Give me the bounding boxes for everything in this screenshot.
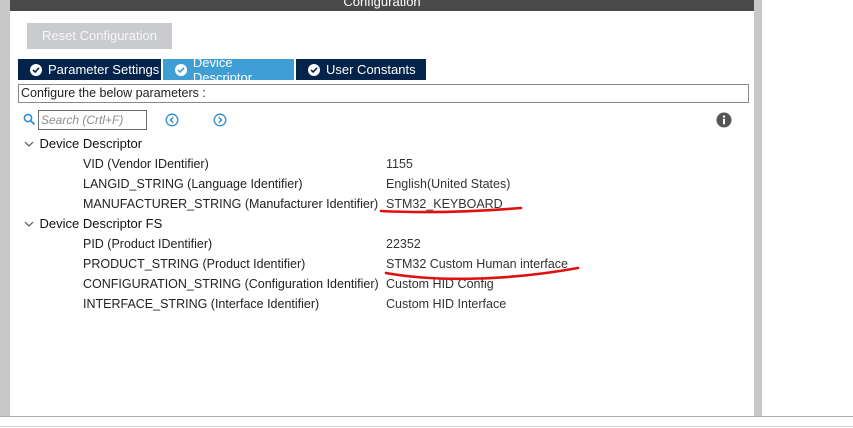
param-name: INTERFACE_STRING (Interface Identifier) (83, 297, 320, 311)
param-value[interactable]: Custom HID Interface (386, 294, 506, 314)
param-value[interactable]: STM32_KEYBOARD (386, 194, 503, 214)
param-value[interactable]: 22352 (386, 234, 421, 254)
arrow-right-circle-icon[interactable] (213, 113, 227, 127)
param-name: CONFIGURATION_STRING (Configuration Iden… (83, 277, 379, 291)
param-value[interactable]: 1155 (386, 154, 413, 174)
configure-parameters-label: Configure the below parameters : (18, 84, 749, 103)
param-name: PRODUCT_STRING (Product Identifier) (83, 257, 306, 271)
window-titlebar: Configuration (10, 0, 754, 11)
reset-configuration-button[interactable]: Reset Configuration (27, 23, 172, 49)
param-row-configuration-string[interactable]: CONFIGURATION_STRING (Configuration Iden… (0, 274, 740, 294)
bottom-divider-2 (0, 426, 853, 427)
check-circle-icon (175, 63, 187, 76)
param-name: LANGID_STRING (Language Identifier) (83, 177, 303, 191)
arrow-left-circle-icon[interactable] (165, 113, 179, 127)
search-input[interactable] (38, 110, 147, 130)
param-row-langid[interactable]: LANGID_STRING (Language Identifier) Engl… (0, 174, 740, 194)
check-circle-icon (308, 63, 320, 76)
param-name: MANUFACTURER_STRING (Manufacturer Identi… (83, 197, 379, 211)
chevron-down-icon[interactable] (22, 139, 36, 149)
group-device-descriptor-fs[interactable]: Device Descriptor FS (22, 214, 162, 234)
param-name: PID (Product IDentifier) (83, 237, 213, 251)
param-row-interface-string[interactable]: INTERFACE_STRING (Interface Identifier) … (0, 294, 740, 314)
param-row-pid[interactable]: PID (Product IDentifier) 22352 (0, 234, 740, 254)
param-value[interactable]: Custom HID Config (386, 274, 494, 294)
check-circle-icon (30, 63, 42, 76)
group-label: Device Descriptor FS (39, 216, 163, 231)
info-icon[interactable] (716, 112, 732, 128)
param-row-vid[interactable]: VID (Vendor IDentifier) 1155 (0, 154, 740, 174)
tab-bar: Parameter Settings Device Descriptor Use… (18, 55, 428, 85)
tab-parameter-settings[interactable]: Parameter Settings (18, 59, 161, 80)
window-right-border (754, 0, 762, 416)
search-icon[interactable] (23, 113, 36, 126)
tab-label: User Constants (326, 62, 416, 77)
tab-label: Device Descriptor (192, 54, 253, 85)
param-row-product-string[interactable]: PRODUCT_STRING (Product Identifier) STM3… (0, 254, 740, 274)
group-label: Device Descriptor (39, 136, 143, 151)
param-value[interactable]: STM32 Custom Human interface (386, 254, 568, 274)
tab-user-constants[interactable]: User Constants (296, 59, 426, 80)
param-row-manufacturer[interactable]: MANUFACTURER_STRING (Manufacturer Identi… (0, 194, 740, 214)
chevron-down-icon[interactable] (22, 219, 36, 229)
tab-device-descriptor[interactable]: Device Descriptor (163, 55, 294, 85)
window-title: Configuration (343, 0, 421, 9)
bottom-divider (0, 416, 853, 417)
group-device-descriptor[interactable]: Device Descriptor (22, 134, 142, 154)
tab-label: Parameter Settings (48, 62, 160, 77)
param-name: VID (Vendor IDentifier) (83, 157, 209, 171)
param-value[interactable]: English(United States) (386, 174, 510, 194)
